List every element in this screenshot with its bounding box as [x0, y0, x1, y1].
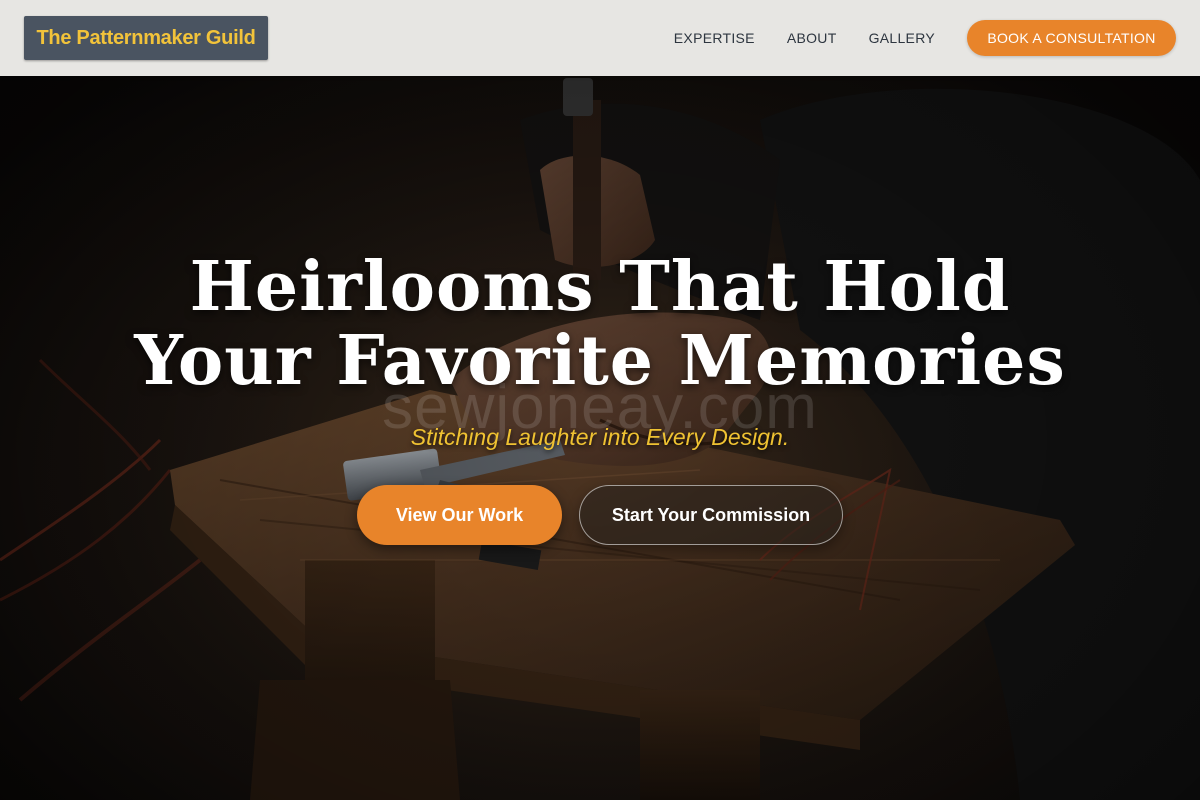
- book-consultation-button[interactable]: BOOK A CONSULTATION: [967, 20, 1176, 56]
- hero-button-group: View Our Work Start Your Commission: [0, 485, 1200, 545]
- site-header: The Patternmaker Guild EXPERTISE ABOUT G…: [0, 0, 1200, 76]
- start-commission-button[interactable]: Start Your Commission: [579, 485, 843, 545]
- nav-link-expertise[interactable]: EXPERTISE: [674, 30, 755, 46]
- hero-title-line-1: Heirlooms That Hold: [189, 247, 1011, 327]
- hero-title: Heirlooms That Hold Your Favorite Memori…: [0, 250, 1200, 398]
- hero-title-line-2: Your Favorite Memories: [134, 321, 1066, 401]
- view-our-work-button[interactable]: View Our Work: [357, 485, 562, 545]
- hero-section: Heirlooms That Hold Your Favorite Memori…: [0, 250, 1200, 545]
- logo-text: The Patternmaker Guild: [36, 26, 256, 49]
- nav-link-gallery[interactable]: GALLERY: [869, 30, 935, 46]
- main-nav: EXPERTISE ABOUT GALLERY BOOK A CONSULTAT…: [674, 20, 1176, 56]
- landing-page: The Patternmaker Guild EXPERTISE ABOUT G…: [0, 0, 1200, 800]
- hero-subtitle: Stitching Laughter into Every Design.: [410, 424, 790, 450]
- logo-link[interactable]: The Patternmaker Guild: [24, 16, 268, 60]
- nav-link-about[interactable]: ABOUT: [787, 30, 837, 46]
